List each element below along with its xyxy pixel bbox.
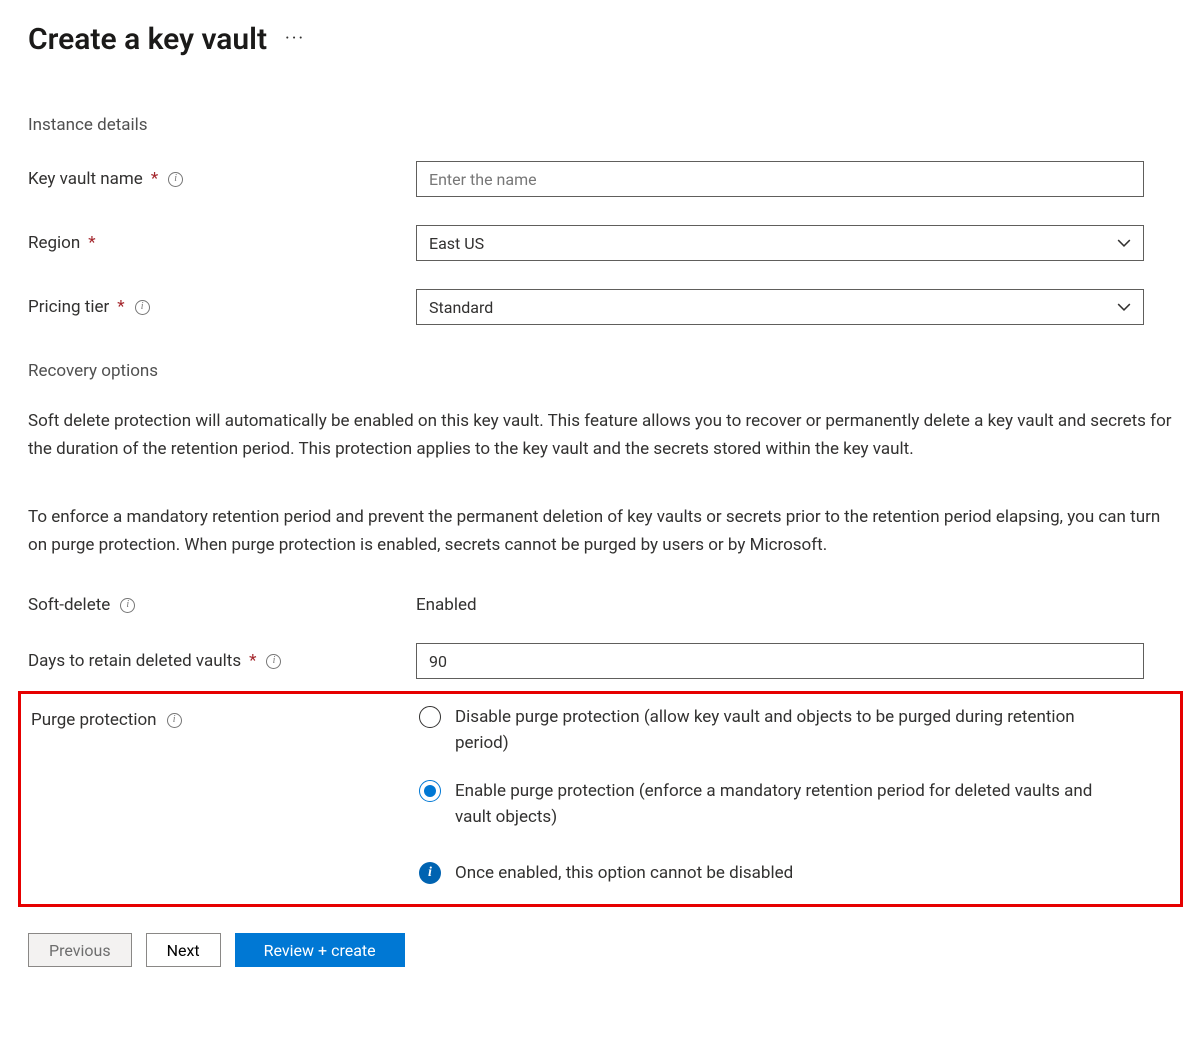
keyvault-name-label: Key vault name [28,169,143,189]
recovery-paragraph-1: Soft delete protection will automaticall… [28,407,1173,463]
info-icon[interactable]: i [135,300,150,315]
soft-delete-value: Enabled [416,595,477,615]
required-indicator: * [117,297,124,317]
purge-enable-option[interactable]: Enable purge protection (enforce a manda… [419,778,1147,830]
region-row: Region * East US [28,225,1173,261]
instance-details-heading: Instance details [28,115,1173,135]
pricing-value: Standard [429,298,493,317]
purge-warning-text: Once enabled, this option cannot be disa… [455,863,793,883]
required-indicator: * [88,233,95,253]
page-title: Create a key vault [28,22,267,57]
info-icon[interactable]: i [168,172,183,187]
required-indicator: * [249,651,256,671]
previous-button[interactable]: Previous [28,933,132,967]
next-button[interactable]: Next [146,933,221,967]
radio-selected-icon [419,780,441,802]
purge-protection-label: Purge protection [31,710,157,730]
purge-enable-label: Enable purge protection (enforce a manda… [455,778,1115,830]
purge-protection-radio-group: Disable purge protection (allow key vaul… [419,704,1147,830]
info-icon[interactable]: i [266,654,281,669]
region-value: East US [429,234,484,253]
region-label: Region [28,233,80,253]
retention-days-input[interactable] [416,643,1144,679]
region-select[interactable]: East US [416,225,1144,261]
more-actions-icon[interactable]: ··· [285,28,305,51]
info-icon[interactable]: i [120,598,135,613]
chevron-down-icon [1117,300,1131,314]
required-indicator: * [151,169,158,189]
pricing-row: Pricing tier * i Standard [28,289,1173,325]
purge-protection-row: Purge protection i Disable purge protect… [21,704,1180,884]
purge-disable-label: Disable purge protection (allow key vaul… [455,704,1115,756]
retention-days-label: Days to retain deleted vaults [28,651,241,671]
info-icon[interactable]: i [167,713,182,728]
retention-days-row: Days to retain deleted vaults * i [28,643,1173,679]
soft-delete-row: Soft-delete i Enabled [28,595,1173,615]
recovery-paragraph-2: To enforce a mandatory retention period … [28,503,1173,559]
pricing-label: Pricing tier [28,297,109,317]
info-filled-icon: i [419,862,441,884]
keyvault-name-input[interactable] [416,161,1144,197]
review-create-button[interactable]: Review + create [235,933,405,967]
recovery-options-heading: Recovery options [28,361,1173,381]
pricing-select[interactable]: Standard [416,289,1144,325]
chevron-down-icon [1117,236,1131,250]
purge-warning-note: i Once enabled, this option cannot be di… [419,862,1147,884]
keyvault-name-row: Key vault name * i [28,161,1173,197]
purge-disable-option[interactable]: Disable purge protection (allow key vaul… [419,704,1147,756]
purge-protection-highlight: Purge protection i Disable purge protect… [18,691,1183,907]
soft-delete-label: Soft-delete [28,595,110,615]
radio-unselected-icon [419,706,441,728]
wizard-footer: Previous Next Review + create [28,933,1173,967]
